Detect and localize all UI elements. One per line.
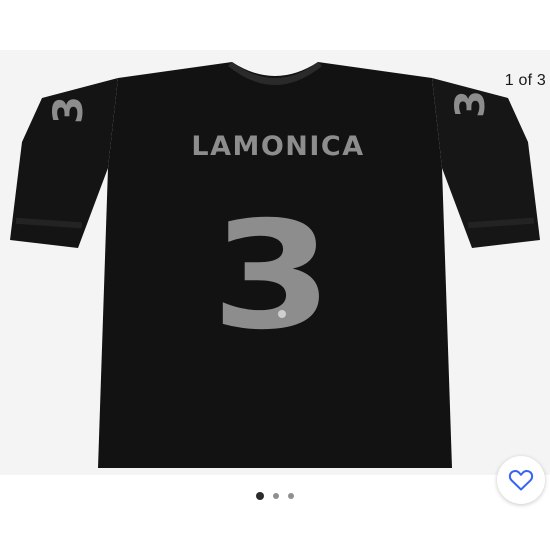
image-gallery: 3 3 LAMONICA 3 1 of 3 bbox=[0, 0, 550, 550]
right-sleeve-number: 3 bbox=[448, 90, 494, 118]
pagination-dot-2[interactable] bbox=[273, 493, 279, 499]
jersey-image: 3 3 LAMONICA 3 bbox=[10, 62, 540, 468]
authentication-sticker bbox=[278, 310, 286, 318]
image-counter: 1 of 3 bbox=[504, 72, 546, 89]
pagination-dot-3[interactable] bbox=[288, 493, 294, 499]
heart-icon bbox=[508, 470, 534, 491]
left-sleeve-number: 3 bbox=[46, 96, 92, 124]
favorite-button[interactable] bbox=[497, 456, 545, 504]
pagination-dot-1[interactable] bbox=[256, 492, 264, 500]
player-name: LAMONICA bbox=[191, 131, 364, 162]
player-number: 3 bbox=[211, 190, 333, 363]
pagination-dots bbox=[0, 490, 550, 502]
product-image[interactable]: 3 3 LAMONICA 3 bbox=[0, 50, 550, 475]
